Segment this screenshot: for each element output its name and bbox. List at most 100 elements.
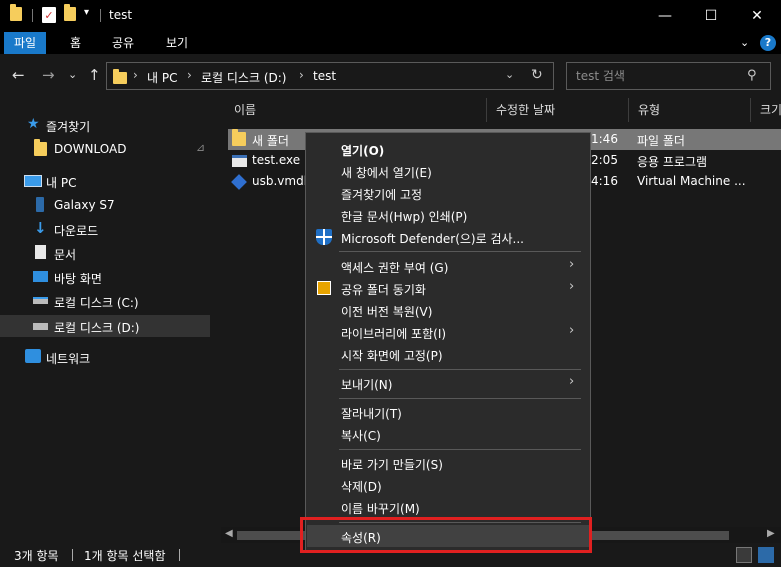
customize-toolbar-icon[interactable]: ▾ <box>84 7 89 18</box>
search-box[interactable]: ⚲ <box>566 62 771 90</box>
nav-item-local-disk-c[interactable]: 로컬 디스크 (C:) <box>0 290 210 312</box>
nav-item-download[interactable]: DOWNLOAD ⊿ <box>0 138 210 160</box>
nav-item-label: 다운로드 <box>54 224 99 238</box>
menu-separator <box>339 449 581 450</box>
nav-item-label: 네트워크 <box>46 352 91 366</box>
menu-item-pin-quick-access[interactable]: 즐겨찾기에 고정 <box>307 182 589 204</box>
computer-icon <box>24 175 42 187</box>
document-icon <box>35 245 46 259</box>
menu-item-label: 잘라내기(T) <box>341 407 402 421</box>
properties-icon[interactable]: ✓ <box>42 7 56 23</box>
scroll-right-icon[interactable]: ▶ <box>767 528 775 539</box>
status-item-count: 3개 항목 <box>14 549 59 563</box>
chevron-down-icon[interactable]: ⌄ <box>505 68 514 81</box>
recent-locations-button[interactable]: ⌄ <box>68 68 77 81</box>
tab-share[interactable]: 공유 <box>102 32 144 54</box>
maximize-button[interactable]: ☐ <box>688 0 734 32</box>
refresh-icon[interactable]: ↻ <box>531 67 543 83</box>
menu-item-label: 삭제(D) <box>341 480 382 494</box>
menu-item-sync-shared-folder[interactable]: 공유 폴더 동기화 › <box>307 277 589 299</box>
menu-item-include-library[interactable]: 라이브러리에 포함(I) › <box>307 321 589 343</box>
search-input[interactable] <box>567 63 737 89</box>
large-icons-view-icon[interactable] <box>758 547 774 563</box>
close-button[interactable]: ✕ <box>734 0 780 32</box>
menu-item-label: 한글 문서(Hwp) 인쇄(P) <box>341 210 468 224</box>
nav-item-downloads[interactable]: ↓ 다운로드 <box>0 218 210 240</box>
menu-item-give-access[interactable]: 액세스 권한 부여 (G) › <box>307 255 589 277</box>
search-icon[interactable]: ⚲ <box>747 68 757 83</box>
menu-item-hwp-print[interactable]: 한글 문서(Hwp) 인쇄(P) <box>307 204 589 226</box>
forward-button[interactable]: → <box>42 66 55 84</box>
menu-item-create-shortcut[interactable]: 바로 가기 만들기(S) <box>307 452 589 474</box>
menu-item-label: 시작 화면에 고정(P) <box>341 349 443 363</box>
file-name: usb.vmdk <box>252 174 311 188</box>
tab-home[interactable]: 홈 <box>60 32 91 54</box>
chevron-right-icon: › <box>569 279 575 294</box>
column-header-type[interactable]: 유형 <box>629 98 751 122</box>
phone-icon <box>36 197 44 212</box>
menu-item-rename[interactable]: 이름 바꾸기(M) <box>307 496 589 518</box>
network-icon <box>25 349 41 363</box>
nav-item-label: DOWNLOAD <box>54 142 127 156</box>
window-title: test <box>109 8 133 22</box>
menu-item-open-new-window[interactable]: 새 창에서 열기(E) <box>307 160 589 182</box>
column-header-size[interactable]: 크기 <box>751 98 781 122</box>
menu-separator <box>339 398 581 399</box>
chevron-right-icon: › <box>569 257 575 272</box>
nav-item-local-disk-d[interactable]: 로컬 디스크 (D:) <box>0 315 210 337</box>
drive-icon <box>33 323 48 330</box>
status-separator <box>72 549 73 561</box>
minimize-button[interactable]: — <box>642 0 688 32</box>
nav-item-network[interactable]: 네트워크 <box>0 346 210 368</box>
menu-item-label: Microsoft Defender(으)로 검사... <box>341 232 524 246</box>
shield-icon <box>316 229 332 245</box>
file-name: 새 폴더 <box>252 134 289 148</box>
nav-item-galaxy-s7[interactable]: Galaxy S7 <box>0 194 210 216</box>
nav-item-label: Galaxy S7 <box>54 198 115 212</box>
column-header-date[interactable]: 수정한 날짜 <box>487 98 629 122</box>
tab-file[interactable]: 파일 <box>4 32 47 54</box>
breadcrumb-test[interactable]: test <box>313 69 336 83</box>
menu-item-cut[interactable]: 잘라내기(T) <box>307 401 589 423</box>
column-header-name[interactable]: 이름 <box>225 98 487 122</box>
tab-view[interactable]: 보기 <box>156 32 198 54</box>
breadcrumb-this-pc[interactable]: 내 PC <box>147 69 177 86</box>
menu-item-send-to[interactable]: 보내기(N) › <box>307 372 589 394</box>
pin-icon[interactable]: ⊿ <box>196 141 205 154</box>
nav-item-label: 로컬 디스크 (D:) <box>54 321 140 335</box>
file-name: test.exe <box>252 153 301 167</box>
menu-item-pin-start[interactable]: 시작 화면에 고정(P) <box>307 343 589 365</box>
menu-item-delete[interactable]: 삭제(D) <box>307 474 589 496</box>
nav-item-this-pc[interactable]: 내 PC <box>0 170 210 192</box>
menu-item-copy[interactable]: 복사(C) <box>307 423 589 445</box>
nav-item-desktop[interactable]: 바탕 화면 <box>0 266 210 288</box>
chevron-right-icon: › <box>569 374 575 389</box>
menu-item-defender-scan[interactable]: Microsoft Defender(으)로 검사... <box>307 226 589 248</box>
breadcrumb-separator[interactable]: › <box>299 68 304 82</box>
star-icon: ★ <box>27 116 40 132</box>
menu-item-label: 즐겨찾기에 고정 <box>341 188 423 202</box>
address-bar[interactable]: › 내 PC › 로컬 디스크 (D:) › test ⌄ ↻ <box>106 62 554 90</box>
exe-icon <box>232 155 247 167</box>
back-button[interactable]: ← <box>12 66 25 84</box>
sync-icon <box>317 281 331 295</box>
cube-icon <box>231 174 247 190</box>
breadcrumb-local-disk-d[interactable]: 로컬 디스크 (D:) <box>201 69 286 86</box>
menu-item-open[interactable]: 열기(O) <box>307 138 589 160</box>
details-view-icon[interactable] <box>736 547 752 563</box>
menu-item-restore-previous[interactable]: 이전 버전 복원(V) <box>307 299 589 321</box>
menu-item-label: 열기(O) <box>341 144 385 158</box>
scroll-left-icon[interactable]: ◀ <box>225 528 233 539</box>
menu-item-label: 복사(C) <box>341 429 381 443</box>
breadcrumb-separator[interactable]: › <box>187 68 192 82</box>
chevron-down-icon[interactable]: ⌄ <box>740 36 749 49</box>
folder-icon <box>10 4 22 21</box>
menu-item-label: 이전 버전 복원(V) <box>341 305 433 319</box>
new-folder-icon[interactable] <box>64 4 76 21</box>
column-header-row: 이름 수정한 날짜 유형 크기 <box>221 98 781 122</box>
breadcrumb-separator[interactable]: › <box>133 68 138 82</box>
up-button[interactable]: ↑ <box>88 66 101 84</box>
nav-item-documents[interactable]: 문서 <box>0 242 210 264</box>
nav-item-quick-access[interactable]: ★ 즐겨찾기 <box>0 114 210 136</box>
help-icon[interactable]: ? <box>760 35 776 51</box>
